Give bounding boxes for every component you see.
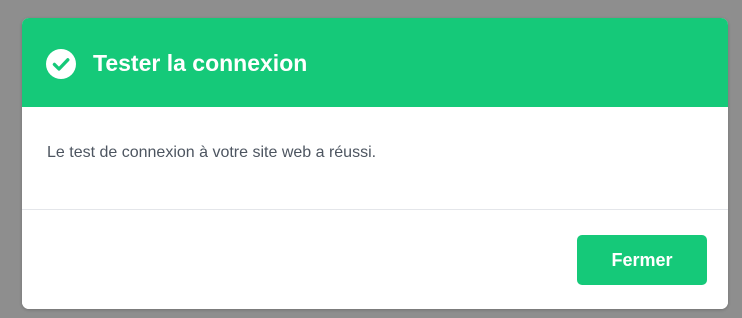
close-button[interactable]: Fermer — [577, 235, 707, 285]
dialog-body: Le test de connexion à votre site web a … — [22, 107, 728, 210]
dialog-message: Le test de connexion à votre site web a … — [47, 144, 377, 161]
check-circle-icon — [46, 49, 76, 79]
dialog-header: Tester la connexion — [22, 18, 728, 107]
connection-test-dialog: Tester la connexion Le test de connexion… — [22, 18, 728, 309]
dialog-footer: Fermer — [22, 210, 728, 309]
dialog-title: Tester la connexion — [93, 50, 308, 76]
